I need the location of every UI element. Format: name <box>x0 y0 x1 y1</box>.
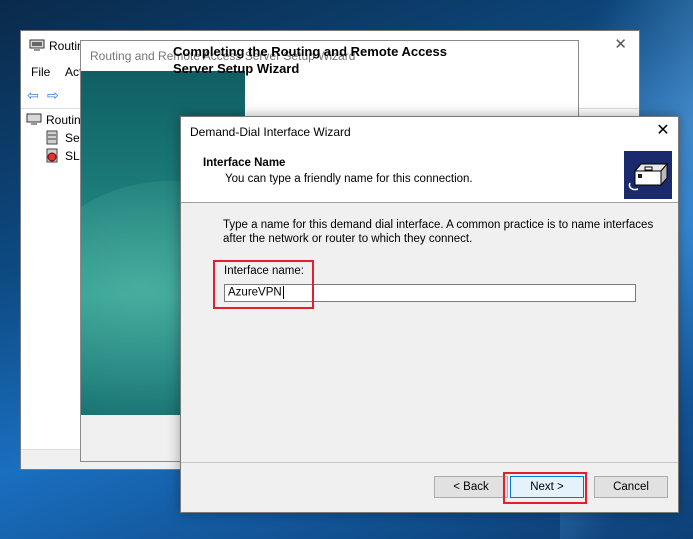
cancel-button[interactable]: Cancel <box>594 476 668 498</box>
tree-item-routing[interactable]: Routin <box>21 111 83 129</box>
instruction-text: Type a name for this demand dial interfa… <box>223 219 654 245</box>
menu-file[interactable]: File <box>31 65 50 79</box>
next-button-highlight <box>503 472 587 504</box>
tree-item-server-status[interactable]: Ser <box>21 129 84 147</box>
server-icon <box>46 130 58 145</box>
ddi-header: Interface Name You can type a friendly n… <box>181 147 678 203</box>
tree-item-label: Routin <box>46 113 81 127</box>
close-icon[interactable]: ✕ <box>614 35 627 53</box>
routing-node-icon <box>26 113 42 125</box>
ddi-title: Demand-Dial Interface Wizard <box>190 125 351 139</box>
back-button[interactable]: < Back <box>434 476 508 498</box>
page-subtitle: You can type a friendly name for this co… <box>225 173 473 185</box>
routing-app-icon <box>29 39 45 51</box>
tree-item-server[interactable]: SL- <box>21 147 84 165</box>
ddi-titlebar[interactable]: Demand-Dial Interface Wizard ✕ <box>181 117 678 147</box>
setup-wizard-heading: Completing the Routing and Remote Access… <box>173 44 447 76</box>
ddi-body: Type a name for this demand dial interfa… <box>181 204 678 459</box>
page-title: Interface Name <box>203 157 286 169</box>
network-connection-icon <box>624 151 672 199</box>
button-separator <box>181 462 678 463</box>
close-icon[interactable]: ✕ <box>648 117 678 147</box>
demand-dial-wizard-window[interactable]: Demand-Dial Interface Wizard ✕ Interface… <box>180 116 679 513</box>
console-tree: Routin Ser SL- <box>21 111 84 165</box>
back-arrow-icon[interactable]: ⇦ <box>27 87 39 104</box>
server-stopped-icon <box>46 148 58 163</box>
forward-arrow-icon[interactable]: ⇨ <box>47 87 59 104</box>
interface-name-highlight <box>213 260 314 309</box>
